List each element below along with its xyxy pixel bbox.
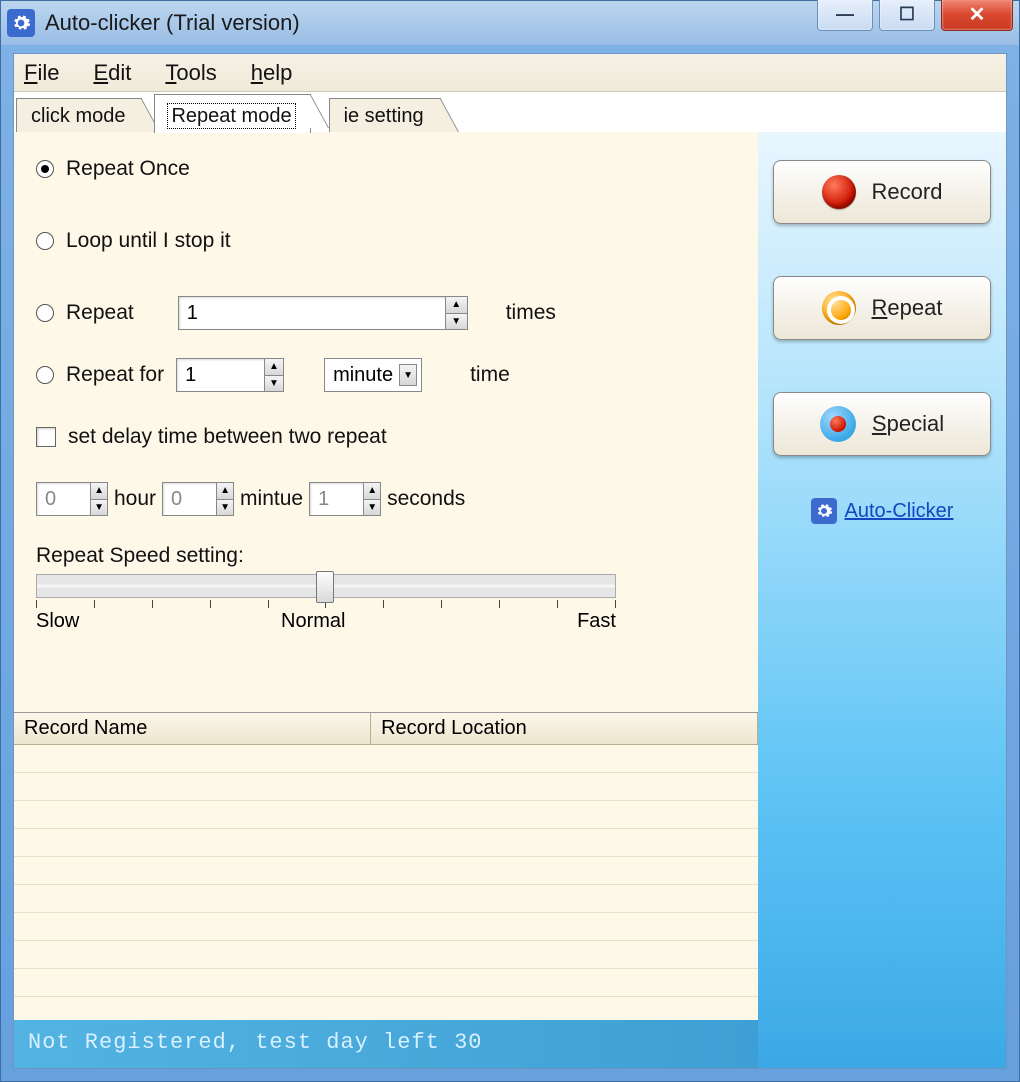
table-rows[interactable] — [14, 745, 758, 1020]
tab-label: click mode — [31, 105, 125, 127]
repeat-n-input[interactable] — [179, 297, 445, 329]
repeat-n-spinner[interactable]: ▲▼ — [178, 296, 468, 330]
table-row[interactable] — [14, 857, 758, 885]
radio-repeat-n[interactable] — [36, 304, 54, 322]
table-row[interactable] — [14, 941, 758, 969]
delay-checkbox-label: set delay time between two repeat — [68, 425, 387, 449]
repeat-icon — [822, 291, 856, 325]
special-button-label: Special — [872, 411, 944, 437]
table-header-record-name[interactable]: Record Name — [14, 713, 371, 744]
spinner-buttons[interactable]: ▲▼ — [264, 359, 283, 391]
repeat-panel: Repeat Once Loop until I stop it Repeat … — [14, 132, 758, 1068]
dropdown-arrow-icon: ▼ — [399, 364, 417, 386]
table-row[interactable] — [14, 885, 758, 913]
radio-repeat-once[interactable] — [36, 160, 54, 178]
speed-slow-label: Slow — [36, 610, 79, 633]
table-row[interactable] — [14, 801, 758, 829]
record-icon — [822, 175, 856, 209]
repeat-for-input[interactable] — [177, 359, 264, 391]
record-table: Record Name Record Location — [14, 712, 758, 1020]
delay-seconds-spinner[interactable]: ▲▼ — [309, 482, 381, 516]
table-row[interactable] — [14, 829, 758, 857]
side-buttons-panel: Record Repeat Special Auto-Clicker — [758, 132, 1006, 1068]
repeat-for-suffix: time — [470, 363, 510, 387]
radio-repeat-n-label: Repeat — [66, 301, 134, 325]
delay-minute-input[interactable] — [163, 483, 216, 515]
repeat-button-label: Repeat — [872, 295, 943, 321]
speed-normal-label: Normal — [281, 610, 345, 633]
menu-file[interactable]: File — [24, 60, 59, 86]
status-text: Not Registered, test day left 30 — [28, 1030, 482, 1055]
speed-fast-label: Fast — [577, 610, 616, 633]
radio-loop-until-stop[interactable] — [36, 232, 54, 250]
minimize-button[interactable]: — — [817, 0, 873, 31]
tab-row: click mode Repeat mode ie setting — [14, 92, 1006, 132]
special-button[interactable]: Special — [773, 392, 991, 456]
menu-edit[interactable]: Edit — [93, 60, 131, 86]
delay-hour-label: hour — [114, 487, 156, 511]
menu-tools[interactable]: Tools — [165, 60, 216, 86]
radio-loop-label: Loop until I stop it — [66, 229, 231, 253]
delay-seconds-input[interactable] — [310, 483, 363, 515]
radio-repeat-for[interactable] — [36, 366, 54, 384]
spinner-buttons[interactable]: ▲▼ — [445, 297, 467, 329]
delay-checkbox[interactable] — [36, 427, 56, 447]
repeat-for-unit-value: minute — [333, 364, 393, 387]
radio-repeat-once-label: Repeat Once — [66, 157, 190, 181]
speed-slider[interactable] — [36, 574, 616, 598]
close-button[interactable]: ✕ — [941, 0, 1013, 31]
delay-hour-spinner[interactable]: ▲▼ — [36, 482, 108, 516]
tab-click-mode[interactable]: click mode — [16, 98, 142, 132]
window: Auto-clicker (Trial version) — ☐ ✕ File … — [0, 0, 1020, 1082]
delay-hour-input[interactable] — [37, 483, 90, 515]
radio-repeat-for-label: Repeat for — [66, 363, 164, 387]
special-icon — [820, 406, 856, 442]
spinner-buttons[interactable]: ▲▼ — [363, 483, 380, 515]
delay-minute-label: mintue — [240, 487, 303, 511]
maximize-button[interactable]: ☐ — [879, 0, 935, 31]
tab-label: Repeat mode — [169, 105, 293, 127]
gear-icon — [811, 498, 837, 524]
client-area: File Edit Tools help click mode Repeat m… — [13, 53, 1007, 1069]
tab-label: ie setting — [344, 105, 424, 127]
delay-minute-spinner[interactable]: ▲▼ — [162, 482, 234, 516]
spinner-buttons[interactable]: ▲▼ — [90, 483, 107, 515]
repeat-button[interactable]: Repeat — [773, 276, 991, 340]
spinner-buttons[interactable]: ▲▼ — [216, 483, 233, 515]
auto-clicker-link-row: Auto-Clicker — [811, 498, 954, 524]
record-button-label: Record — [872, 179, 943, 205]
table-row[interactable] — [14, 773, 758, 801]
menu-help[interactable]: help — [251, 60, 293, 86]
repeat-for-unit-select[interactable]: minute ▼ — [324, 358, 422, 392]
speed-label: Repeat Speed setting: — [36, 544, 736, 568]
status-bar: Not Registered, test day left 30 — [14, 1020, 758, 1068]
tab-repeat-mode[interactable]: Repeat mode — [154, 94, 310, 133]
titlebar[interactable]: Auto-clicker (Trial version) — ☐ ✕ — [1, 1, 1019, 45]
table-row[interactable] — [14, 969, 758, 997]
record-button[interactable]: Record — [773, 160, 991, 224]
repeat-n-suffix: times — [506, 301, 556, 325]
speed-slider-thumb[interactable] — [316, 571, 334, 603]
menubar: File Edit Tools help — [14, 54, 1006, 92]
repeat-for-spinner[interactable]: ▲▼ — [176, 358, 284, 392]
table-header-record-location[interactable]: Record Location — [371, 713, 758, 744]
auto-clicker-link[interactable]: Auto-Clicker — [845, 500, 954, 523]
table-row[interactable] — [14, 745, 758, 773]
delay-seconds-label: seconds — [387, 487, 465, 511]
tab-ie-setting[interactable]: ie setting — [329, 98, 441, 132]
app-gear-icon — [7, 9, 35, 37]
table-row[interactable] — [14, 913, 758, 941]
main-area: Repeat Once Loop until I stop it Repeat … — [14, 132, 1006, 1068]
